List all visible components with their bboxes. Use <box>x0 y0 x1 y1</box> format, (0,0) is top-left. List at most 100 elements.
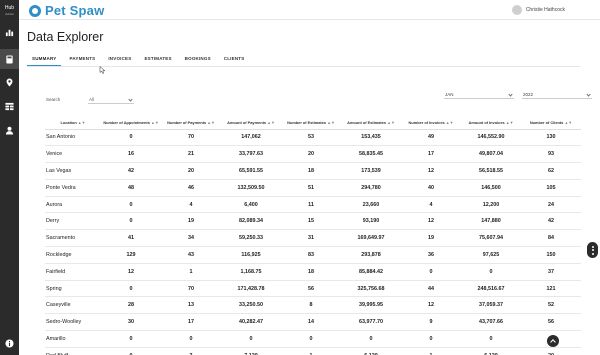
table-cell: 51 <box>281 179 341 197</box>
location-cell: Aurora <box>45 196 101 214</box>
column-header-label: Number of Estimates <box>287 119 327 125</box>
table-cell: 1,168.75 <box>221 263 281 281</box>
rail-item-analytics[interactable] <box>0 22 19 42</box>
table-header-row: Location ▲▼ Number of Appointments ▲▼ Nu… <box>45 111 581 130</box>
location-cell: Spring <box>45 280 101 298</box>
tab-payments[interactable]: PAYMENTS <box>64 53 100 66</box>
table-row[interactable]: Fairfield 12 1 1,168.75 18 85,884.42 0 0 37 <box>45 263 581 281</box>
table-cell: 0 <box>161 330 221 348</box>
year-select[interactable]: 2022 <box>522 91 592 99</box>
table-row[interactable]: Spring 0 70 171,428.78 56 325,756.68 44 248,516… <box>45 280 581 298</box>
table-cell: 65,591.55 <box>221 162 281 180</box>
column-header-label: Amount of Invoices <box>468 119 505 125</box>
table-cell: 0 <box>221 330 281 348</box>
table-row[interactable]: Red Bluff037,12016,12016,12020 <box>45 347 581 355</box>
chevron-down-icon <box>586 92 591 97</box>
column-header[interactable]: Location ▲▼ <box>45 111 101 130</box>
year-select-value: 2022 <box>523 92 534 97</box>
table-cell: 84 <box>521 229 581 248</box>
table-cell: 85,884.42 <box>341 263 401 281</box>
table-cell: 17 <box>161 313 221 332</box>
column-header-label: Amount of Estimates <box>347 119 387 125</box>
sort-icon: ▲▼ <box>267 119 275 125</box>
table-cell: 42 <box>521 212 581 231</box>
table-row[interactable]: Rockledge 129 43 116,925 83 293,878 36 97,625 15… <box>45 246 581 264</box>
table-cell: 18 <box>281 162 341 180</box>
table-row[interactable]: Las Vegas 42 20 65,591.55 18 173,539 12 56,518.… <box>45 162 581 180</box>
table-row[interactable]: Amarillo00000001 <box>45 330 581 348</box>
table-cell: 0 <box>401 330 461 348</box>
chevron-down-icon <box>508 92 513 97</box>
table-cell: 0 <box>101 330 161 348</box>
rail-item-calculator[interactable] <box>0 49 19 69</box>
location-cell: Fairfield <box>45 263 101 281</box>
table-cell: 46 <box>161 179 221 197</box>
table-cell: 4 <box>401 196 461 214</box>
column-header[interactable]: Amount of Invoices ▲▼ <box>461 111 521 130</box>
table-cell: 62 <box>521 162 581 180</box>
column-header[interactable]: Number of Invoices ▲▼ <box>401 111 461 130</box>
hub-label[interactable]: Hub Admin <box>0 5 19 17</box>
tab-summary[interactable]: SUMMARY <box>27 53 62 66</box>
rail-item-table[interactable] <box>0 96 19 116</box>
user-icon <box>5 126 14 135</box>
user-menu[interactable]: Christie Hathcock <box>511 5 565 15</box>
table-cell: 56 <box>281 280 341 298</box>
table-cell: 105 <box>521 179 581 197</box>
table-cell: 12 <box>401 162 461 180</box>
rail-item-locations[interactable] <box>0 72 19 92</box>
table-cell: 150 <box>521 246 581 264</box>
table-row[interactable]: San Antonio 0 70 147,062 53 153,435 49 146,552.… <box>45 129 581 147</box>
table-cell: 294,780 <box>341 179 401 197</box>
column-header[interactable]: Number of Appointments ▲▼ <box>101 111 161 130</box>
search-select[interactable]: All <box>88 96 134 104</box>
table-cell: 21 <box>161 145 221 164</box>
column-header[interactable]: Number of Payments ▲▼ <box>161 111 221 130</box>
table-row[interactable]: Ponte Vedra 48 46 132,509.50 51 294,780 40 146,… <box>45 179 581 197</box>
table-cell: 9 <box>401 313 461 332</box>
month-select[interactable]: JAN <box>444 91 514 99</box>
sort-icon: ▲▼ <box>77 119 86 125</box>
tab-estimates[interactable]: ESTIMATES <box>139 53 176 66</box>
chart-bar-icon <box>5 29 14 36</box>
table-cell: 23,660 <box>341 196 401 214</box>
table-row[interactable]: Sacramento 41 34 59,250.33 31 169,649.97 19 75,… <box>45 229 581 248</box>
column-header[interactable]: Number of Clients ▲▼ <box>521 111 581 130</box>
table-row[interactable]: Caseyville 28 13 33,250.50 8 39,995.95 12 37,05… <box>45 296 581 315</box>
table-cell: 7,120 <box>221 347 281 355</box>
table-cell: 58,835.45 <box>341 145 401 164</box>
table-cell: 41 <box>101 229 161 248</box>
rail-item-info[interactable] <box>0 333 19 353</box>
sort-icon: ▲▼ <box>150 119 159 125</box>
column-header[interactable]: Amount of Payments ▲▼ <box>221 111 281 130</box>
table-cell: 0 <box>461 263 521 281</box>
table-cell: 82,089.34 <box>221 212 281 231</box>
brand-logo[interactable]: Pet Spaw <box>29 3 104 18</box>
table-body: San Antonio 0 70 147,062 53 153,435 49 146,552.… <box>45 129 581 355</box>
column-header[interactable]: Number of Estimates ▲▼ <box>281 111 341 130</box>
table-row[interactable]: Venice 16 21 33,797.63 20 58,835.45 17 49,807.0… <box>45 145 581 164</box>
sort-icon: ▲▼ <box>207 119 215 125</box>
tab-clients[interactable]: CLIENTS <box>219 53 250 66</box>
table-cell: 40 <box>401 179 461 197</box>
rail-item-users[interactable] <box>0 120 19 140</box>
search-label: Search <box>46 97 61 102</box>
table-row[interactable]: Sedro-Woolley 30 17 40,282.47 14 63,977.70 9 43… <box>45 313 581 332</box>
sort-icon: ▲▼ <box>564 119 573 125</box>
column-header-label: Number of Clients <box>529 119 564 125</box>
table-cell: 93,190 <box>341 212 401 231</box>
table-row[interactable]: Derry 0 19 82,089.34 15 93,190 12 147,880 42 <box>45 212 581 231</box>
table-cell: 20 <box>161 162 221 180</box>
table-cell: 52 <box>521 296 581 315</box>
table-row[interactable]: Aurora 0 4 6,400 11 23,660 4 12,200 24 <box>45 196 581 214</box>
scroll-to-top-button[interactable] <box>547 335 559 347</box>
tab-bookings[interactable]: BOOKINGS <box>180 53 216 66</box>
more-options-button[interactable] <box>587 242 598 258</box>
hub-subtitle: Admin <box>5 12 14 16</box>
table-cell: 173,539 <box>341 162 401 180</box>
column-header[interactable]: Amount of Estimates ▲▼ <box>341 111 401 130</box>
table-cell: 0 <box>341 330 401 348</box>
chevron-down-icon <box>128 97 133 102</box>
table-cell: 37 <box>521 263 581 281</box>
tab-invoices[interactable]: INVOICES <box>103 53 136 66</box>
